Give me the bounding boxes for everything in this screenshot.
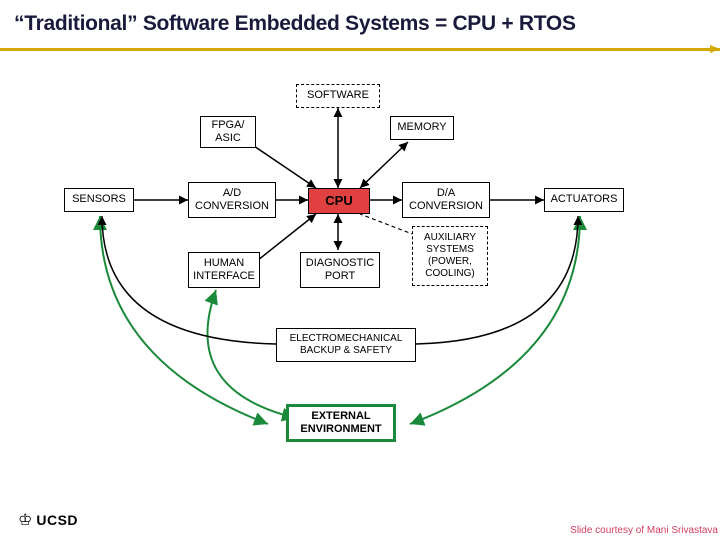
box-sensors: SENSORS bbox=[64, 188, 134, 212]
ucsd-label: UCSD bbox=[36, 512, 78, 528]
box-backup-safety: ELECTROMECHANICALBACKUP & SAFETY bbox=[276, 328, 416, 362]
box-software: SOFTWARE bbox=[296, 84, 380, 108]
box-cpu: CPU bbox=[308, 188, 370, 214]
box-memory: MEMORY bbox=[390, 116, 454, 140]
box-actuators: ACTUATORS bbox=[544, 188, 624, 212]
title-underline-tip bbox=[710, 45, 720, 53]
box-human-interface: HUMANINTERFACE bbox=[188, 252, 260, 288]
box-external-environment: EXTERNALENVIRONMENT bbox=[286, 404, 396, 442]
box-auxiliary-systems: AUXILIARYSYSTEMS(POWER,COOLING) bbox=[412, 226, 488, 286]
system-diagram: SOFTWARE FPGA/ASIC MEMORY SENSORS A/DCON… bbox=[0, 60, 720, 490]
footer-logo: ♔ UCSD bbox=[18, 510, 78, 530]
slide-title: “Traditional” Software Embedded Systems … bbox=[14, 12, 576, 36]
box-ad-conversion: A/DCONVERSION bbox=[188, 182, 276, 218]
slide-attribution: Slide courtesy of Mani Srivastava bbox=[570, 525, 718, 536]
box-da-conversion: D/ACONVERSION bbox=[402, 182, 490, 218]
box-diagnostic-port: DIAGNOSTICPORT bbox=[300, 252, 380, 288]
trident-icon: ♔ bbox=[18, 510, 32, 530]
box-fpga-asic: FPGA/ASIC bbox=[200, 116, 256, 148]
title-underline bbox=[0, 48, 720, 51]
